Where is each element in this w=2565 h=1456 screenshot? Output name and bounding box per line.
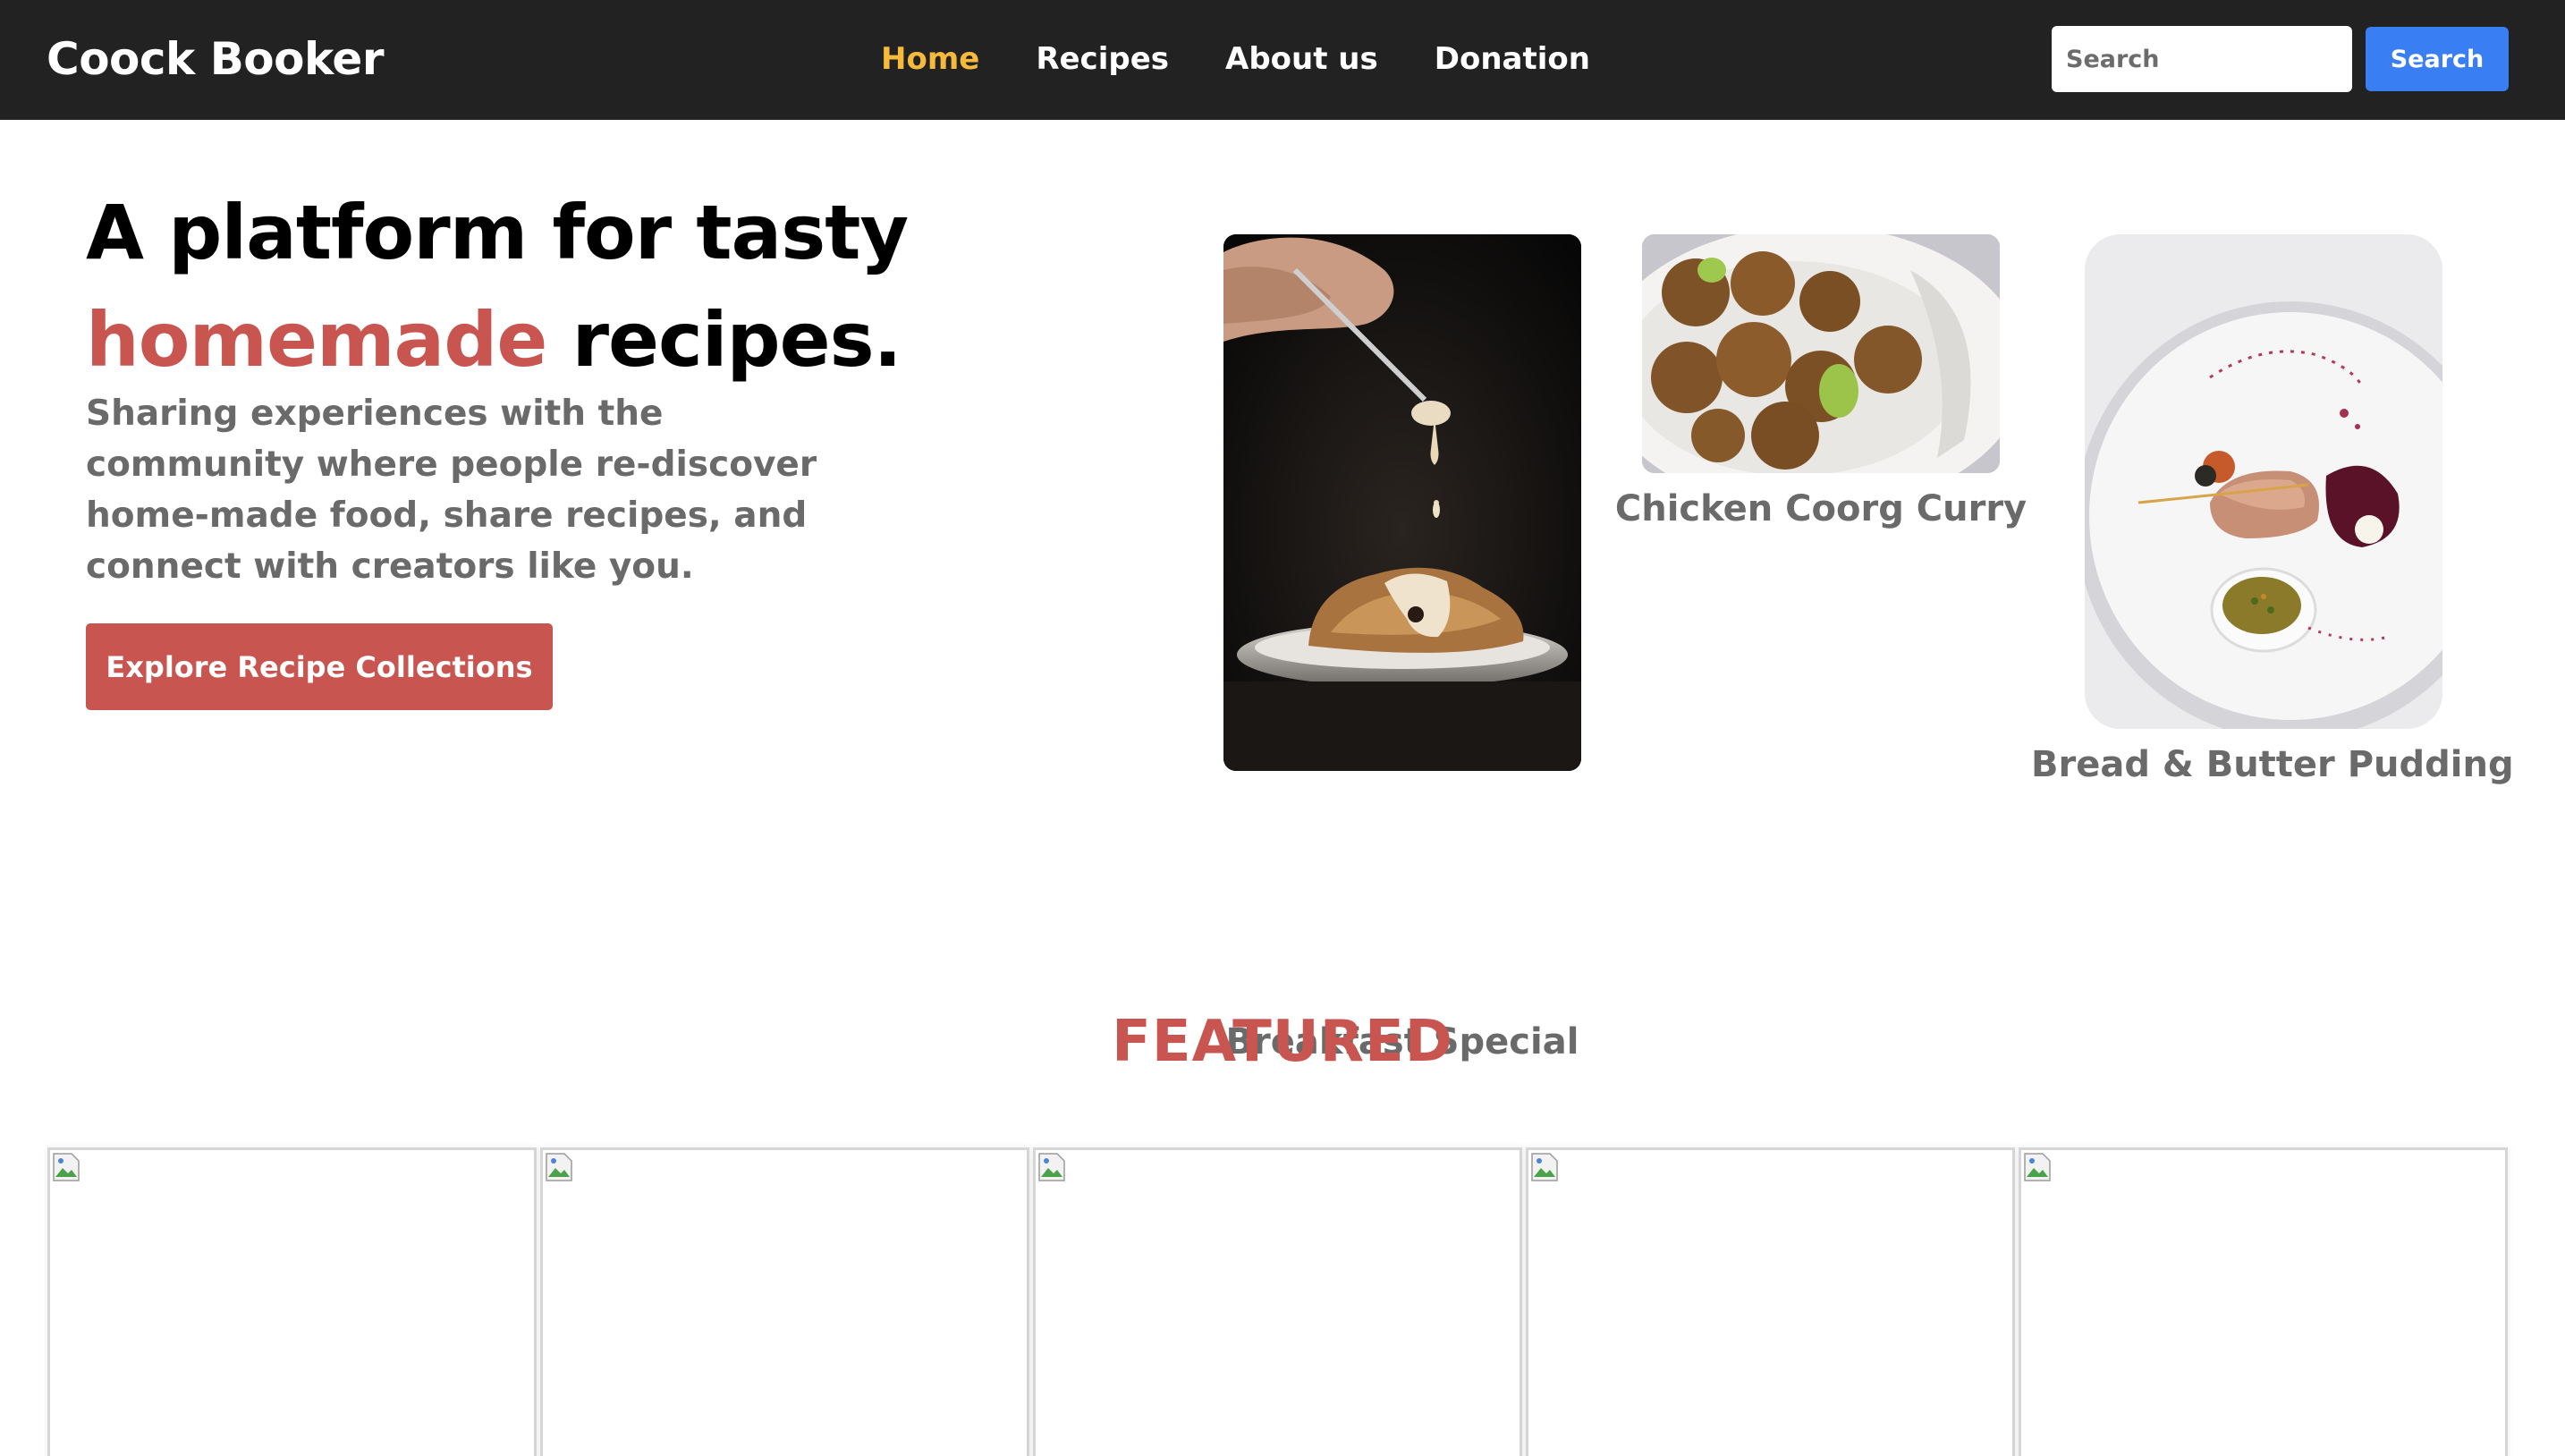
explore-recipe-collections-button[interactable]: Explore Recipe Collections xyxy=(86,623,553,710)
plated-fish-dish-photo xyxy=(2085,234,2442,729)
broken-image-icon xyxy=(2023,1152,2052,1182)
hero-title-accent: homemade xyxy=(86,296,547,384)
navbar: Coock Booker Home Recipes About us Donat… xyxy=(0,0,2565,120)
nav-link-home[interactable]: Home xyxy=(881,34,979,84)
featured-cards xyxy=(47,1147,2509,1456)
nav-links: Home Recipes About us Donation xyxy=(881,34,1590,84)
broken-image-icon xyxy=(52,1152,80,1182)
hero-card-caption: Bread & Butter Pudding xyxy=(2031,744,2514,785)
nav-link-about-us[interactable]: About us xyxy=(1225,34,1378,84)
hero-title: A platform for tasty homemade recipes. xyxy=(86,179,1070,394)
featured-card[interactable] xyxy=(1526,1147,2015,1456)
featured-title: FEATURED xyxy=(1112,1009,1453,1075)
featured-card[interactable] xyxy=(47,1147,537,1456)
search-input[interactable] xyxy=(2052,26,2352,92)
featured-card[interactable] xyxy=(540,1147,1029,1456)
brand-logo[interactable]: Coock Booker xyxy=(47,30,384,88)
hero-title-rest: recipes. xyxy=(546,296,902,384)
broken-image-icon xyxy=(1530,1152,1559,1182)
featured-card[interactable] xyxy=(1033,1147,1522,1456)
hero-card-caption: Chicken Coorg Curry xyxy=(1614,488,2027,529)
nav-link-recipes[interactable]: Recipes xyxy=(1036,34,1169,84)
broken-image-icon xyxy=(1037,1152,1066,1182)
dessert-with-sauce-drip-photo xyxy=(1223,234,1581,771)
featured-card[interactable] xyxy=(2019,1147,2508,1456)
nav-link-donation[interactable]: Donation xyxy=(1435,34,1590,84)
broken-image-icon xyxy=(545,1152,573,1182)
hero-description: Sharing experiences with the community w… xyxy=(86,394,817,587)
falafel-bowl-photo xyxy=(1642,234,2000,473)
hero-title-line1: A platform for tasty xyxy=(86,189,909,276)
search-button[interactable]: Search xyxy=(2366,27,2509,91)
